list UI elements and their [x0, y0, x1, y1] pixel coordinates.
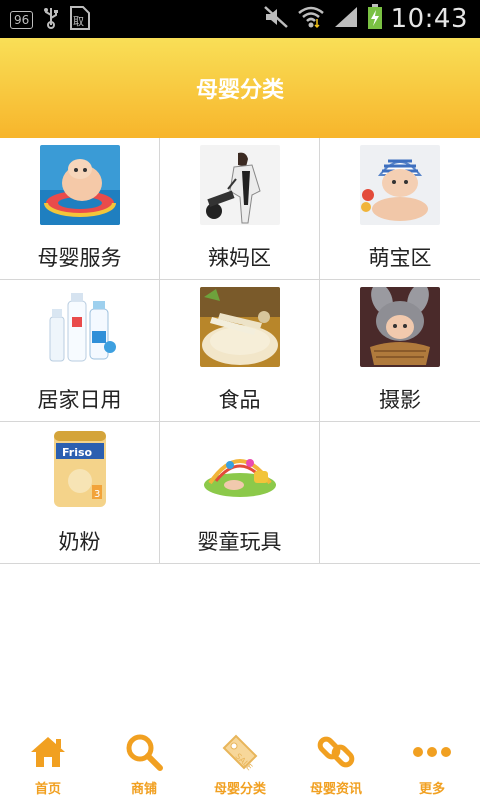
category-maternal-services[interactable]: 母婴服务 [0, 138, 160, 279]
status-bar: 96 取 10:43 [0, 0, 480, 38]
bottom-nav: 首页 商铺 SALE 母婴分类 母婴资讯 更多 [0, 724, 480, 800]
document-icon: 取 [69, 6, 91, 34]
category-grid: 母婴服务 辣妈区 萌宝区 居家日用 食品 摄影 Friso 3 奶粉 婴童玩具 [0, 138, 480, 564]
svg-text:取: 取 [73, 15, 84, 28]
clock: 10:43 [390, 4, 468, 34]
category-label: 母婴服务 [37, 246, 122, 270]
nav-label: 首页 [34, 782, 61, 797]
formula-can-image: Friso 3 [40, 429, 120, 509]
baby-swimming-image [40, 145, 120, 225]
battery-icon [367, 4, 383, 34]
nav-label: 商铺 [130, 782, 157, 797]
category-household[interactable]: 居家日用 [0, 280, 160, 421]
category-cute-babies[interactable]: 萌宝区 [320, 138, 480, 279]
baby-in-hat-image [360, 145, 440, 225]
category-label: 辣妈区 [208, 246, 271, 270]
status-right: 10:43 [263, 0, 468, 38]
nav-label: 母婴资讯 [309, 782, 362, 797]
baby-bottles-image [40, 287, 120, 367]
category-label: 居家日用 [37, 388, 122, 412]
link-icon [316, 732, 356, 772]
nav-more[interactable]: 更多 [384, 724, 480, 800]
grid-row: 居家日用 食品 摄影 [0, 280, 480, 422]
category-label: 摄影 [379, 388, 421, 412]
notification-badge: 96 [10, 11, 34, 29]
food-dish-image [200, 287, 280, 367]
mute-icon [263, 5, 289, 33]
grid-row: 母婴服务 辣妈区 萌宝区 [0, 138, 480, 280]
more-icon [412, 732, 452, 772]
category-label: 食品 [218, 388, 261, 412]
usb-icon [43, 7, 59, 33]
page-title: 母婴分类 [195, 78, 284, 103]
title-bar: 母婴分类 [0, 38, 480, 138]
category-toys[interactable]: 婴童玩具 [160, 422, 320, 563]
fashion-mom-image [200, 145, 280, 225]
baby-photo-image [360, 287, 440, 367]
empty-cell [320, 422, 480, 563]
nav-label: 更多 [418, 782, 445, 797]
nav-home[interactable]: 首页 [0, 724, 96, 800]
category-hot-moms[interactable]: 辣妈区 [160, 138, 320, 279]
category-label: 婴童玩具 [197, 530, 282, 554]
nav-news[interactable]: 母婴资讯 [288, 724, 384, 800]
category-photography[interactable]: 摄影 [320, 280, 480, 421]
home-icon [28, 732, 68, 772]
category-food[interactable]: 食品 [160, 280, 320, 421]
nav-categories[interactable]: SALE 母婴分类 [192, 724, 288, 800]
grid-row: Friso 3 奶粉 婴童玩具 [0, 422, 480, 564]
wifi-icon [297, 5, 325, 33]
category-label: 萌宝区 [368, 246, 432, 270]
signal-icon [333, 5, 359, 33]
category-milk-powder[interactable]: Friso 3 奶粉 [0, 422, 160, 563]
svg-text:3: 3 [94, 489, 100, 500]
search-icon [124, 732, 164, 772]
tag-icon: SALE [220, 732, 260, 772]
nav-shops[interactable]: 商铺 [96, 724, 192, 800]
nav-label: 母婴分类 [213, 782, 266, 797]
play-gym-image [200, 429, 280, 509]
status-left: 96 取 [10, 6, 91, 34]
category-label: 奶粉 [58, 530, 101, 554]
svg-text:Friso: Friso [62, 446, 93, 459]
